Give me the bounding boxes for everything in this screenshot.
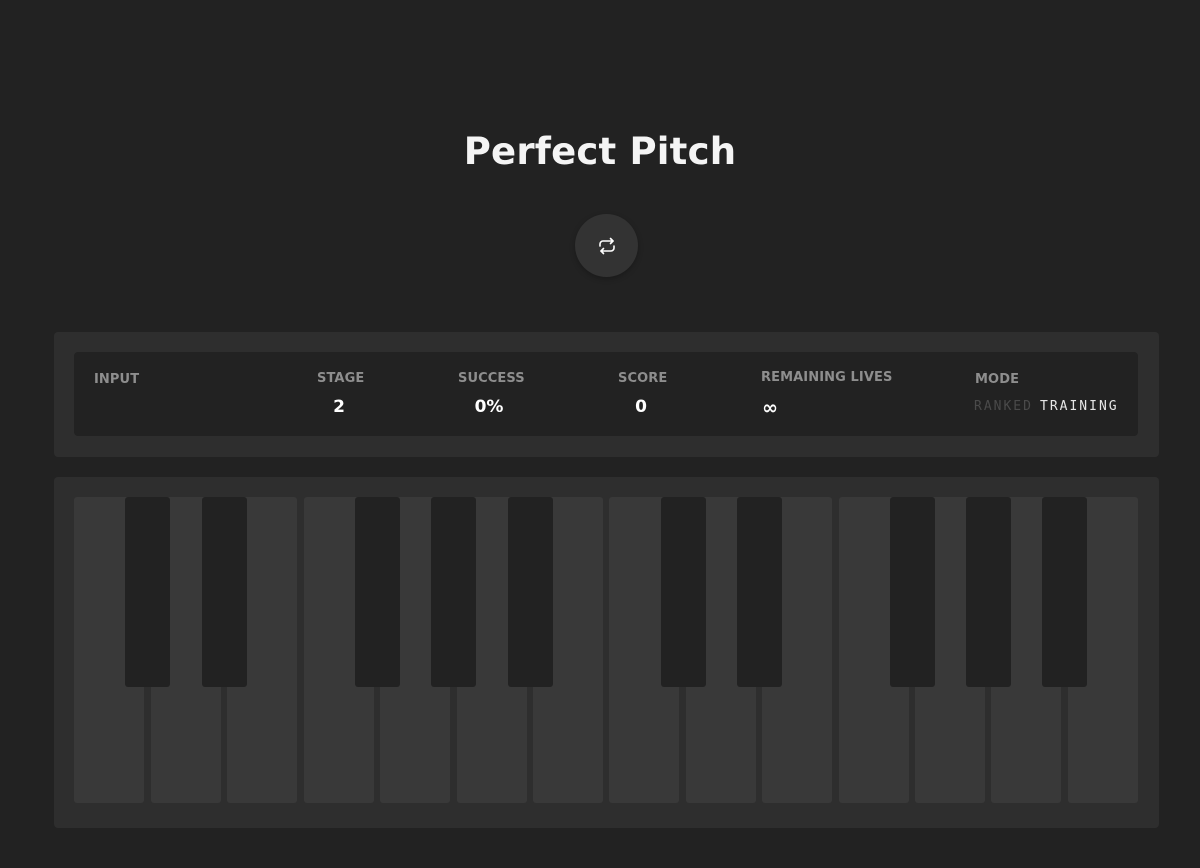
black-key[interactable] <box>737 497 782 687</box>
black-key[interactable] <box>966 497 1011 687</box>
stats-bar: INPUT STAGE 2 SUCCESS 0% SCORE 0 REMAINI… <box>74 352 1138 436</box>
mode-option-training[interactable]: TRAINING <box>1040 399 1119 414</box>
piano-keyboard <box>74 497 1138 803</box>
black-key[interactable] <box>431 497 476 687</box>
replay-button[interactable] <box>575 214 638 277</box>
score-label: SCORE <box>618 371 668 386</box>
black-key[interactable] <box>661 497 706 687</box>
success-value: 0% <box>474 397 504 417</box>
sound-wave-icon <box>579 48 633 102</box>
success-label: SUCCESS <box>458 371 525 386</box>
black-key[interactable] <box>125 497 170 687</box>
remaining-lives-value: ∞ <box>762 397 778 419</box>
input-label: INPUT <box>94 372 140 387</box>
mode-option-ranked[interactable]: RANKED <box>974 399 1033 414</box>
score-value: 0 <box>635 397 647 417</box>
stage-value: 2 <box>333 397 345 417</box>
stage-label: STAGE <box>317 371 365 386</box>
page-title: Perfect Pitch <box>463 130 737 173</box>
stats-panel: INPUT STAGE 2 SUCCESS 0% SCORE 0 REMAINI… <box>54 332 1159 457</box>
black-key[interactable] <box>355 497 400 687</box>
repeat-icon <box>598 237 615 254</box>
remaining-lives-label: REMAINING LIVES <box>761 370 893 385</box>
black-key[interactable] <box>202 497 247 687</box>
black-key[interactable] <box>508 497 553 687</box>
black-key[interactable] <box>890 497 935 687</box>
keyboard-panel <box>54 477 1159 828</box>
black-key[interactable] <box>1042 497 1087 687</box>
mode-label: MODE <box>975 372 1020 387</box>
